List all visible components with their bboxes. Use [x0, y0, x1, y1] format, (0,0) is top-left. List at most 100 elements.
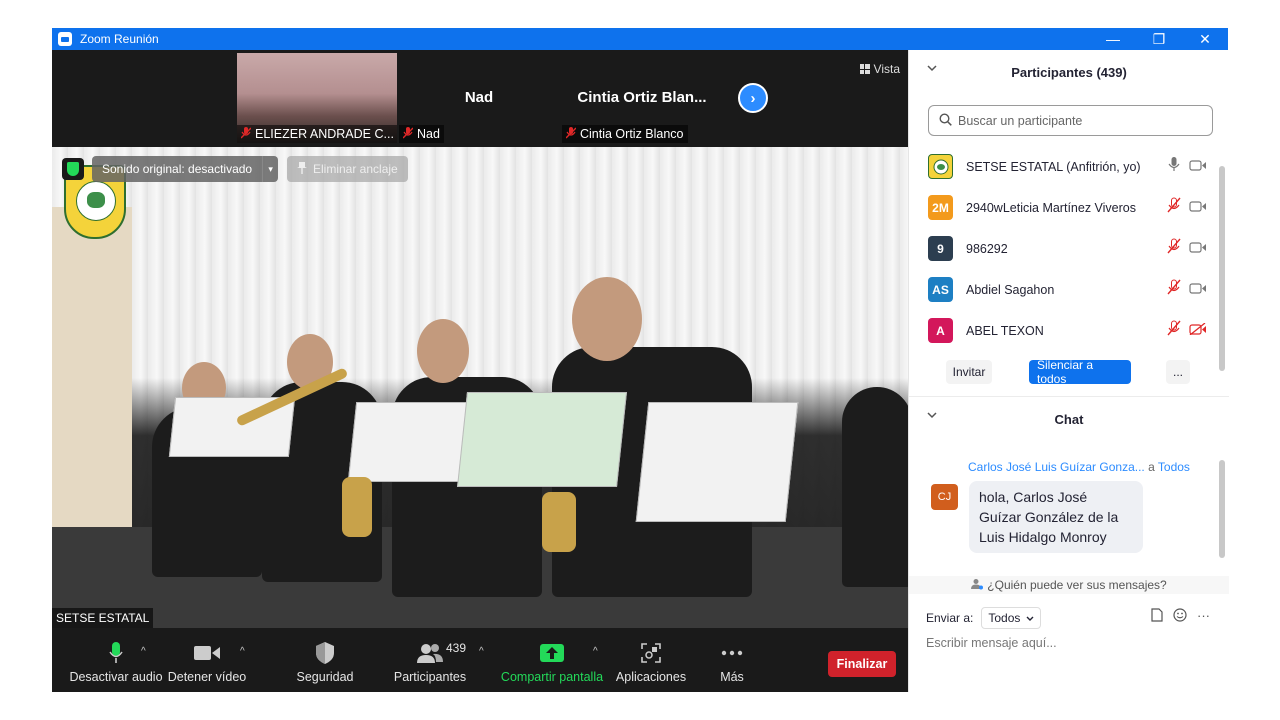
avatar — [928, 154, 953, 179]
thumbnail-eliezer[interactable]: ELIEZER ANDRADE C... — [237, 53, 397, 143]
share-screen-button[interactable]: Compartir pantalla — [497, 628, 607, 692]
send-to-row: Enviar a: Todos — [926, 607, 1042, 629]
participant-status-icons — [1167, 238, 1207, 259]
participant-row[interactable]: A ABEL TEXON — [909, 310, 1219, 351]
microphone-icon — [109, 642, 123, 664]
view-button[interactable]: Vista — [859, 62, 900, 76]
thumbnail-nad[interactable]: Nad Nad — [399, 53, 559, 143]
send-to-label: Enviar a: — [926, 611, 974, 625]
video-area: ELIEZER ANDRADE C... Nad Nad Cintia Orti… — [52, 50, 908, 692]
more-dots-icon — [721, 642, 743, 664]
microphone-icon — [1167, 156, 1181, 177]
thumbnail-cintia[interactable]: Cintia Ortiz Blan... Cintia Ortiz Blanco — [562, 53, 722, 143]
participant-list-scrollbar[interactable] — [1219, 166, 1225, 371]
grid-view-icon — [859, 64, 870, 74]
window-title: Zoom Reunión — [80, 32, 159, 46]
share-options-caret[interactable]: ^ — [593, 646, 598, 657]
video-camera-icon — [194, 642, 220, 664]
shield-icon — [316, 642, 334, 664]
more-button[interactable]: Más — [707, 628, 757, 692]
invite-button[interactable]: Invitar — [946, 360, 992, 384]
side-panel: Participantes (439) Buscar un participan… — [908, 50, 1229, 692]
thumbnail-name-label: Nad — [399, 125, 444, 143]
video-off-icon — [1189, 321, 1207, 340]
musician-figure — [842, 387, 908, 587]
music-stand — [635, 402, 799, 522]
zoom-window: Zoom Reunión — ❐ ✕ ELIEZER ANDRADE C... … — [52, 28, 1229, 692]
chat-recipient[interactable]: Todos — [1158, 460, 1190, 474]
audio-options-caret[interactable]: ^ — [141, 646, 146, 657]
collapse-chevron-icon[interactable] — [927, 411, 937, 422]
avatar: 9 — [928, 236, 953, 261]
minimize-button[interactable]: — — [1090, 28, 1136, 50]
video-camera-icon — [1189, 199, 1207, 217]
emoji-icon[interactable] — [1173, 608, 1187, 625]
zoom-app-icon — [58, 32, 72, 46]
mic-muted-icon — [1167, 238, 1181, 259]
thumbnail-strip: ELIEZER ANDRADE C... Nad Nad Cintia Orti… — [52, 50, 908, 147]
saxophone — [542, 492, 576, 552]
collapse-chevron-icon[interactable] — [927, 64, 937, 75]
chat-message-bubble: hola, Carlos José Guízar González de la … — [969, 481, 1143, 553]
thumbnail-name-label: Cintia Ortiz Blanco — [562, 125, 688, 143]
security-button[interactable]: Seguridad — [287, 628, 363, 692]
chat-scrollbar[interactable] — [1219, 460, 1225, 558]
title-bar: Zoom Reunión — ❐ ✕ — [52, 28, 1228, 50]
unpin-button[interactable]: Eliminar anclaje — [287, 156, 408, 182]
chat-message-input[interactable]: Escribir mensaje aquí... — [926, 636, 1057, 650]
thumbnail-big-name: Cintia Ortiz Blan... — [577, 89, 707, 106]
participant-name: ABEL TEXON — [966, 323, 1044, 338]
original-sound-toggle[interactable]: Sonido original: desactivado ▾ — [92, 156, 279, 182]
participant-name: 986292 — [966, 241, 1008, 256]
file-icon[interactable] — [1151, 608, 1163, 625]
mute-all-button[interactable]: Silenciar a todos — [1029, 358, 1131, 386]
chat-more-button[interactable]: ··· — [1197, 608, 1210, 625]
participant-row[interactable]: 9 986292 — [909, 228, 1219, 269]
participant-name: SETSE ESTATAL (Anfitrión, yo) — [966, 159, 1141, 174]
musician-head — [572, 277, 642, 361]
chat-sender[interactable]: Carlos José Luis Guízar Gonza... — [968, 460, 1145, 474]
participants-button[interactable]: Participantes — [386, 628, 474, 692]
mic-muted-icon — [1167, 320, 1181, 341]
end-meeting-button[interactable]: Finalizar — [828, 651, 896, 677]
participants-icon — [417, 642, 443, 664]
thumbnail-name-label: ELIEZER ANDRADE C... — [237, 125, 397, 143]
security-shield-icon — [62, 158, 84, 180]
message-visibility-link[interactable]: ¿Quién puede ver sus mensajes? — [909, 576, 1229, 594]
recipient-dropdown[interactable]: Todos — [981, 607, 1042, 629]
close-button[interactable]: ✕ — [1182, 28, 1228, 50]
participants-title: Participantes (439) — [1011, 64, 1127, 80]
chat-title: Chat — [1054, 411, 1084, 427]
participant-search-input[interactable]: Buscar un participante — [928, 105, 1213, 136]
active-speaker-video[interactable]: Sonido original: desactivado ▾ Eliminar … — [52, 147, 908, 628]
mute-audio-button[interactable]: Desactivar audio — [62, 628, 170, 692]
participants-count: 439 — [446, 641, 467, 655]
participants-options-caret[interactable]: ^ — [479, 646, 484, 657]
apps-button[interactable]: Aplicaciones — [612, 628, 690, 692]
participants-more-button[interactable]: ... — [1166, 360, 1190, 384]
maximize-button[interactable]: ❐ — [1136, 28, 1182, 50]
chat-header: Chat — [909, 397, 1229, 441]
video-camera-icon — [1189, 158, 1207, 176]
video-background-wall — [52, 207, 132, 527]
mic-muted-icon — [1167, 197, 1181, 218]
participant-row[interactable]: 2M 2940wLeticia Martínez Viveros — [909, 187, 1219, 228]
next-page-button[interactable]: › — [738, 83, 768, 113]
participant-row[interactable]: SETSE ESTATAL (Anfitrión, yo) — [909, 146, 1219, 187]
video-options-caret[interactable]: ^ — [240, 646, 245, 657]
music-stand — [347, 402, 477, 482]
avatar: 2M — [928, 195, 953, 220]
mic-muted-icon — [565, 126, 577, 142]
stop-video-button[interactable]: Detener vídeo — [164, 628, 250, 692]
video-camera-icon — [1189, 240, 1207, 258]
participant-row[interactable]: AS Abdiel Sagahon — [909, 269, 1219, 310]
chat-to-prefix: a — [1148, 460, 1155, 474]
participant-status-icons — [1167, 197, 1207, 218]
chat-message-meta: Carlos José Luis Guízar Gonza... a Todos — [968, 460, 1190, 474]
participants-header: Participantes (439) — [909, 50, 1229, 94]
thumbnail-big-name: Nad — [464, 89, 494, 106]
participant-name: Abdiel Sagahon — [966, 282, 1055, 297]
sound-options-caret[interactable]: ▾ — [262, 156, 278, 182]
participant-status-icons — [1167, 156, 1207, 177]
mic-muted-icon — [240, 126, 252, 142]
